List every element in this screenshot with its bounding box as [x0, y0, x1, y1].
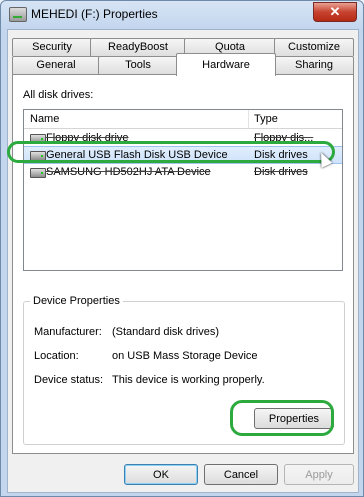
- list-item[interactable]: SAMSUNG HD502HJ ATA Device Disk drives: [24, 164, 342, 180]
- list-header: Name Type: [24, 110, 342, 129]
- close-button[interactable]: ✕: [313, 2, 357, 22]
- cancel-button[interactable]: Cancel: [204, 464, 278, 485]
- window-title: MEHEDI (F:) Properties: [31, 7, 158, 21]
- manufacturer-value: (Standard disk drives): [112, 326, 219, 338]
- tab-sharing[interactable]: Sharing: [274, 56, 354, 74]
- device-status-label: Device status:: [34, 374, 104, 386]
- location-value: on USB Mass Storage Device: [112, 350, 258, 362]
- hard-drive-icon: [30, 168, 46, 178]
- tab-customize[interactable]: Customize: [274, 38, 354, 56]
- apply-button: Apply: [284, 464, 354, 485]
- drive-type: Disk drives: [254, 166, 308, 178]
- tab-hardware[interactable]: Hardware: [176, 53, 276, 76]
- properties-highlight-annotation: [230, 400, 334, 436]
- drive-icon: [9, 7, 27, 22]
- device-status-value: This device is working properly.: [112, 374, 265, 386]
- hardware-panel: All disk drives: Name Type Floppy disk d…: [12, 74, 354, 454]
- close-icon: ✕: [329, 4, 341, 19]
- all-disk-drives-label: All disk drives:: [23, 89, 94, 101]
- tab-general[interactable]: General: [12, 56, 100, 74]
- disk-drives-list[interactable]: Name Type Floppy disk drive Floppy dis..…: [23, 109, 343, 271]
- tab-readyboost[interactable]: ReadyBoost: [90, 38, 186, 56]
- column-header-type[interactable]: Type: [248, 110, 342, 128]
- location-label: Location:: [34, 350, 79, 362]
- tab-tools[interactable]: Tools: [98, 56, 178, 74]
- highlight-annotation: [7, 141, 335, 163]
- ok-button[interactable]: OK: [124, 464, 198, 485]
- drive-name: SAMSUNG HD502HJ ATA Device: [46, 166, 211, 178]
- manufacturer-label: Manufacturer:: [34, 326, 102, 338]
- tab-security[interactable]: Security: [12, 38, 92, 56]
- column-header-name[interactable]: Name: [24, 110, 249, 128]
- device-properties-legend: Device Properties: [30, 295, 123, 307]
- title-bar[interactable]: MEHEDI (F:) Properties ✕: [1, 1, 363, 27]
